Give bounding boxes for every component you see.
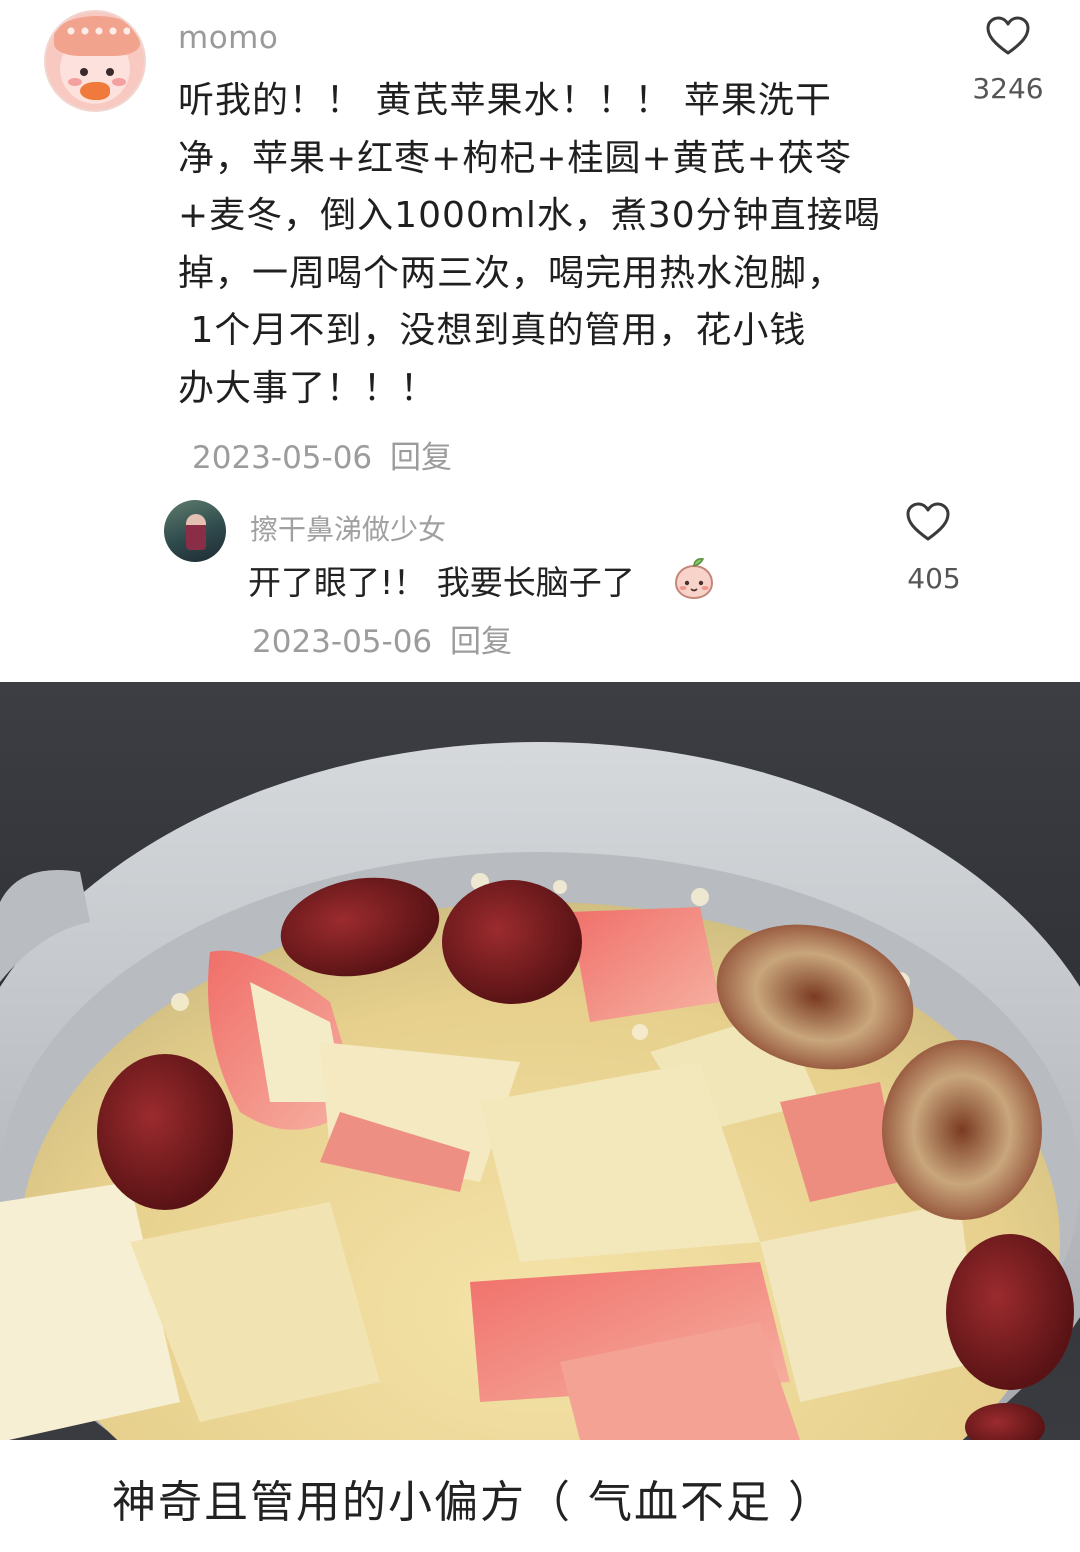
cartoon-avatar-icon[interactable] (44, 10, 146, 112)
recipe-photo (0, 682, 1080, 1440)
comment-body: 听我的！！ 黄芪苹果水！！！ 苹果洗干 净，苹果+红枣+枸杞+桂圆+黄芪+茯苓 … (178, 80, 881, 409)
comment-username[interactable]: momo (178, 20, 278, 56)
avatar-figure (186, 514, 206, 550)
comment-reply-button[interactable]: 回复 (390, 440, 452, 476)
reply-username[interactable]: 擦干鼻涕做少女 (250, 508, 446, 548)
avatar-eye (80, 68, 88, 76)
reply-like-button[interactable] (906, 502, 964, 546)
reply-reply-button[interactable]: 回复 (450, 624, 512, 660)
avatar-blush (112, 78, 126, 86)
avatar-blush (68, 78, 82, 86)
comment-meta: 2023-05-06 回复 (192, 432, 452, 477)
avatar-fish (80, 82, 110, 100)
peach-face-emoji-icon (674, 558, 714, 600)
comment-date: 2023-05-06 (192, 440, 373, 476)
comment-like-count: 3246 (972, 72, 1044, 105)
user-photo-avatar[interactable] (164, 500, 226, 562)
avatar-hat-pattern (64, 24, 130, 40)
caption-section: 神奇且管用的小偏方（ 气血不足 ） (0, 1440, 1080, 1552)
comment-like-button[interactable] (968, 16, 1048, 56)
heart-icon (906, 502, 950, 541)
avatar-eye (106, 68, 114, 76)
heart-icon (986, 16, 1030, 55)
reply-meta: 2023-05-06 回复 (252, 616, 512, 661)
reply-body: 开了眼了!！ 我要长脑子了 (248, 563, 635, 602)
reply-date: 2023-05-06 (252, 624, 433, 660)
comment-section: momo 听我的！！ 黄芪苹果水！！！ 苹果洗干 净，苹果+红枣+枸杞+桂圆+黄… (0, 0, 1080, 682)
reply-like-count: 405 (907, 562, 961, 595)
post-caption: 神奇且管用的小偏方（ 气血不足 ） (112, 1477, 834, 1528)
pot-illustration (0, 742, 1080, 1440)
